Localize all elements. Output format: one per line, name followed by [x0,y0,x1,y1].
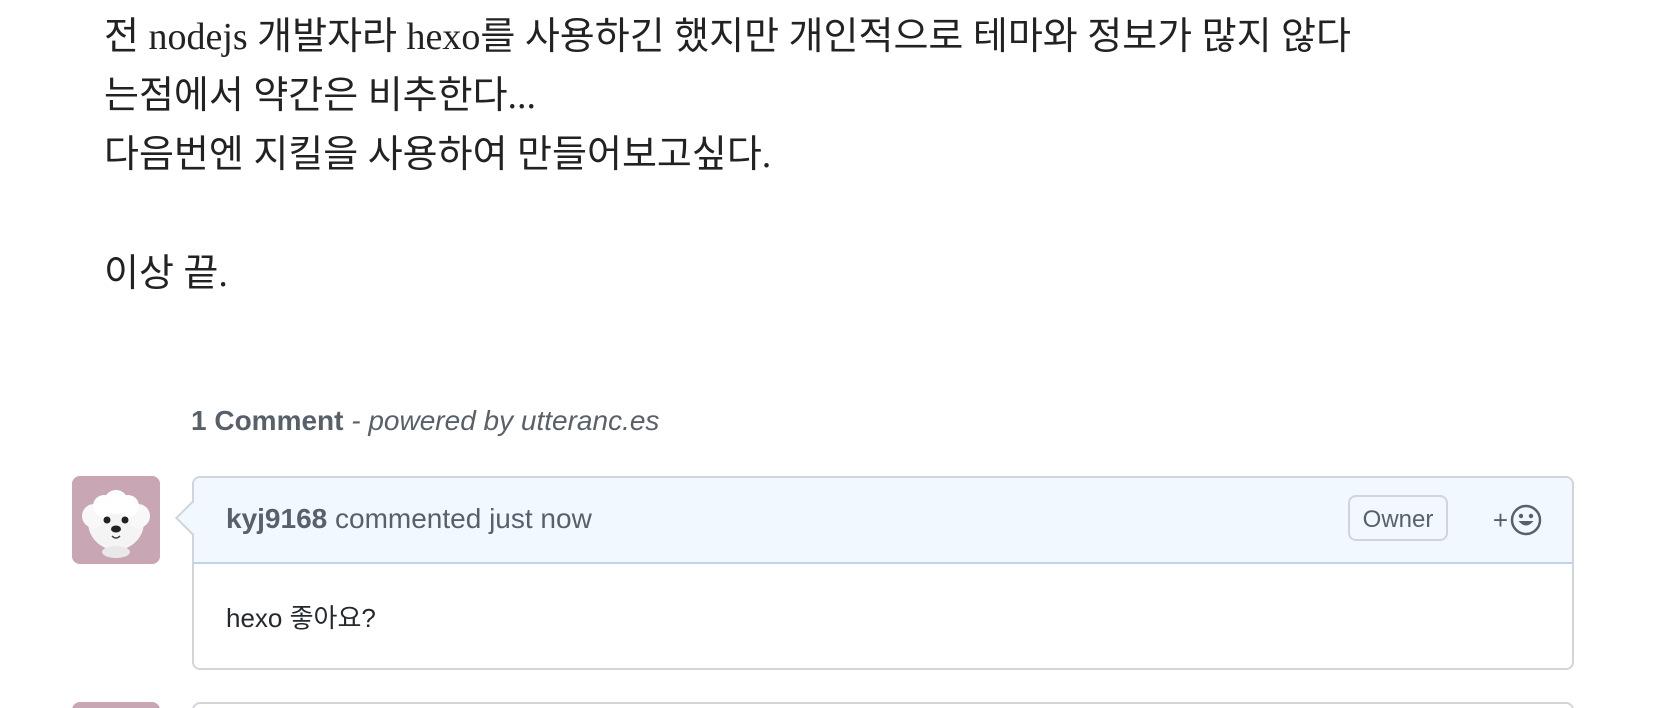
powered-by-link[interactable]: - powered by utteranc.es [351,405,659,436]
next-comment-avatar [72,702,160,708]
add-reaction-button[interactable]: + [1493,502,1542,538]
comment-meta: kyj9168 commented just now [226,503,592,535]
comment-author-link[interactable]: kyj9168 [226,503,327,534]
comment-body: hexo 좋아요? [226,603,376,633]
comment-card: kyj9168 commented just now Owner + hexo … [175,476,1574,670]
dog-avatar-image [72,476,160,564]
comment-action-text: commented just now [335,503,592,534]
dog-avatar-icon[interactable] [72,476,160,564]
comment-count: 1 Comment [191,405,344,436]
comment-header: kyj9168 commented just now Owner + [194,478,1572,564]
owner-badge: Owner [1348,495,1448,541]
utterances-comments: 1 Comment - powered by utteranc.es kyj91… [0,0,1658,708]
comment-count-header: 1 Comment - powered by utteranc.es [191,405,659,437]
next-comment-card [192,702,1574,708]
smiley-icon [1510,504,1542,536]
plus-icon: + [1492,505,1508,535]
